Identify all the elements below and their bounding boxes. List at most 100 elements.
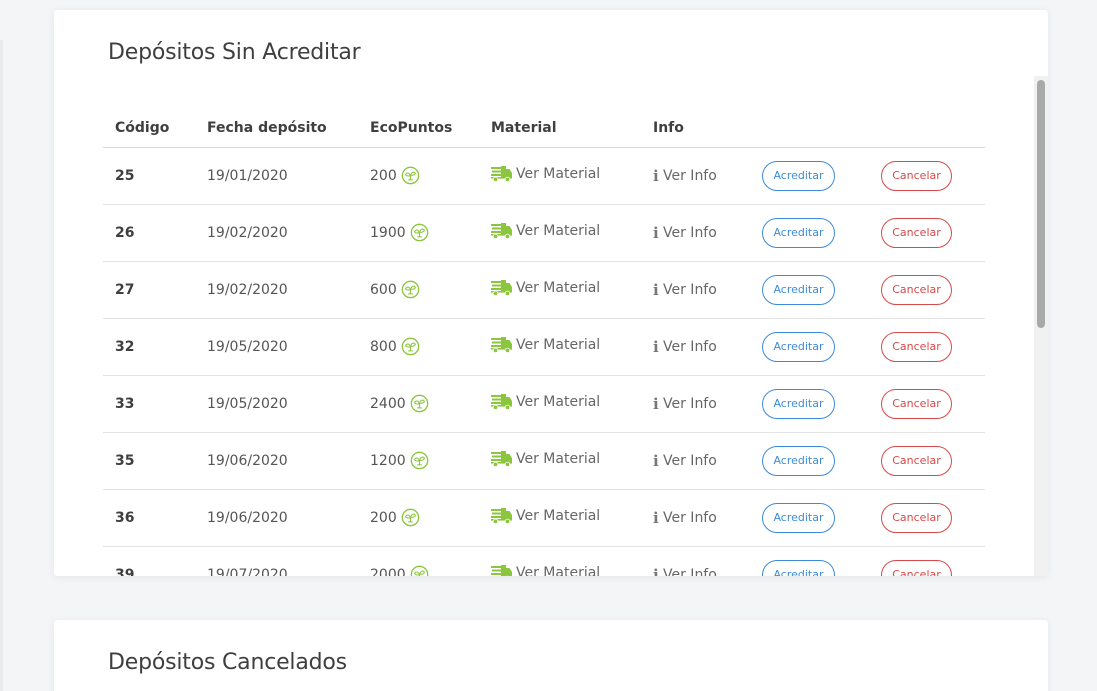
accredit-button[interactable]: Acreditar <box>762 559 835 576</box>
view-material-link[interactable]: Ver Material <box>491 222 600 239</box>
cancel-cell: Cancelar <box>869 546 985 576</box>
deposit-date: 19/07/2020 <box>195 546 358 576</box>
table-scrollbar[interactable] <box>1034 76 1048 576</box>
view-material-label: Ver Material <box>516 507 601 524</box>
ecopoints-leaf-icon <box>401 280 420 299</box>
pending-deposits-table: Código Fecha depósito EcoPuntos Material… <box>103 109 985 576</box>
truck-icon <box>491 222 512 239</box>
view-info-link[interactable]: i Ver Info <box>653 167 717 185</box>
view-info-link[interactable]: i Ver Info <box>653 224 717 242</box>
deposit-date: 19/06/2020 <box>195 489 358 547</box>
cancel-button[interactable]: Cancelar <box>881 559 952 576</box>
view-material-link[interactable]: Ver Material <box>491 450 601 467</box>
deposit-ecopoints: 200 <box>358 147 479 205</box>
view-info-label: Ver Info <box>663 509 717 526</box>
view-info-label: Ver Info <box>663 224 717 241</box>
cancel-button[interactable]: Cancelar <box>881 502 952 533</box>
cancel-button[interactable]: Cancelar <box>881 388 952 419</box>
view-material-link[interactable]: Ver Material <box>491 507 601 524</box>
view-info-link[interactable]: i Ver Info <box>653 566 717 577</box>
material-cell: Ver Material <box>479 261 641 319</box>
cancel-button[interactable]: Cancelar <box>881 274 952 305</box>
accredit-cell: Acreditar <box>750 318 869 376</box>
view-material-label: Ver Material <box>516 279 601 296</box>
view-material-label: Ver Material <box>516 336 601 353</box>
cancel-cell: Cancelar <box>869 318 985 376</box>
ecopoints-value: 600 <box>370 281 397 298</box>
pending-deposits-table-wrapper: Código Fecha depósito EcoPuntos Material… <box>103 109 985 576</box>
deposit-ecopoints: 1200 <box>358 432 479 490</box>
view-info-link[interactable]: i Ver Info <box>653 509 717 527</box>
column-header-cancel <box>869 109 985 148</box>
truck-icon <box>491 564 512 576</box>
accredit-button[interactable]: Acreditar <box>762 331 835 362</box>
view-info-link[interactable]: i Ver Info <box>653 395 717 413</box>
deposit-date: 19/05/2020 <box>195 318 358 376</box>
info-icon: i <box>653 565 659 577</box>
table-row: 25 19/01/2020 200 Ver Material i Ver Inf… <box>103 147 985 205</box>
pending-deposits-card: Depósitos Sin Acreditar Código Fecha dep… <box>54 10 1048 576</box>
accredit-button[interactable]: Acreditar <box>762 274 835 305</box>
ecopoints-value: 200 <box>370 167 397 184</box>
cancel-button[interactable]: Cancelar <box>881 331 952 362</box>
pending-deposits-title: Depósitos Sin Acreditar <box>108 40 361 65</box>
view-material-link[interactable]: Ver Material <box>491 165 601 182</box>
scrollbar-thumb[interactable] <box>1037 80 1045 328</box>
view-material-label: Ver Material <box>516 165 601 182</box>
cancel-button[interactable]: Cancelar <box>881 160 952 191</box>
deposit-code: 32 <box>103 318 195 376</box>
view-material-label: Ver Material <box>516 450 601 467</box>
cancel-button[interactable]: Cancelar <box>881 445 952 476</box>
material-cell: Ver Material <box>479 147 641 205</box>
deposit-ecopoints: 800 <box>358 318 479 376</box>
view-info-link[interactable]: i Ver Info <box>653 338 717 356</box>
accredit-button[interactable]: Acreditar <box>762 217 835 248</box>
accredit-cell: Acreditar <box>750 375 869 433</box>
deposit-code: 35 <box>103 432 195 490</box>
accredit-button[interactable]: Acreditar <box>762 388 835 419</box>
material-cell: Ver Material <box>479 489 641 547</box>
deposit-date: 19/05/2020 <box>195 375 358 433</box>
view-info-label: Ver Info <box>663 452 717 469</box>
cancel-button[interactable]: Cancelar <box>881 217 952 248</box>
material-cell: Ver Material <box>479 546 641 576</box>
cancelled-deposits-title: Depósitos Cancelados <box>108 650 347 675</box>
ecopoints-value: 1200 <box>370 452 406 469</box>
cancel-cell: Cancelar <box>869 432 985 490</box>
cancel-cell: Cancelar <box>869 204 985 262</box>
info-cell: i Ver Info <box>641 204 750 262</box>
ecopoints-value: 1900 <box>370 224 406 241</box>
view-material-link[interactable]: Ver Material <box>491 393 600 410</box>
view-info-link[interactable]: i Ver Info <box>653 452 717 470</box>
accredit-cell: Acreditar <box>750 147 869 205</box>
view-material-link[interactable]: Ver Material <box>491 564 601 577</box>
ecopoints-leaf-icon <box>410 451 428 470</box>
ecopoints-leaf-icon <box>401 166 420 185</box>
accredit-cell: Acreditar <box>750 489 869 547</box>
table-row: 33 19/05/2020 2400 Ver Material i Ver In… <box>103 375 985 433</box>
cancel-cell: Cancelar <box>869 375 985 433</box>
accredit-button[interactable]: Acreditar <box>762 160 835 191</box>
accredit-button[interactable]: Acreditar <box>762 445 835 476</box>
deposit-code: 27 <box>103 261 195 319</box>
ecopoints-value: 800 <box>370 338 397 355</box>
truck-icon <box>491 450 512 467</box>
info-cell: i Ver Info <box>641 489 750 547</box>
material-cell: Ver Material <box>479 318 641 376</box>
table-row: 32 19/05/2020 800 Ver Material i Ver Inf… <box>103 318 985 376</box>
info-cell: i Ver Info <box>641 261 750 319</box>
view-material-label: Ver Material <box>516 564 601 577</box>
table-row: 36 19/06/2020 200 Ver Material i Ver Inf… <box>103 489 985 547</box>
table-header-row: Código Fecha depósito EcoPuntos Material… <box>103 109 985 148</box>
view-info-link[interactable]: i Ver Info <box>653 281 717 299</box>
deposit-date: 19/01/2020 <box>195 147 358 205</box>
accredit-cell: Acreditar <box>750 432 869 490</box>
truck-icon <box>491 507 512 524</box>
view-material-link[interactable]: Ver Material <box>491 279 601 296</box>
deposit-date: 19/06/2020 <box>195 432 358 490</box>
view-material-link[interactable]: Ver Material <box>491 336 601 353</box>
accredit-button[interactable]: Acreditar <box>762 502 835 533</box>
info-cell: i Ver Info <box>641 432 750 490</box>
accredit-cell: Acreditar <box>750 261 869 319</box>
info-cell: i Ver Info <box>641 546 750 576</box>
